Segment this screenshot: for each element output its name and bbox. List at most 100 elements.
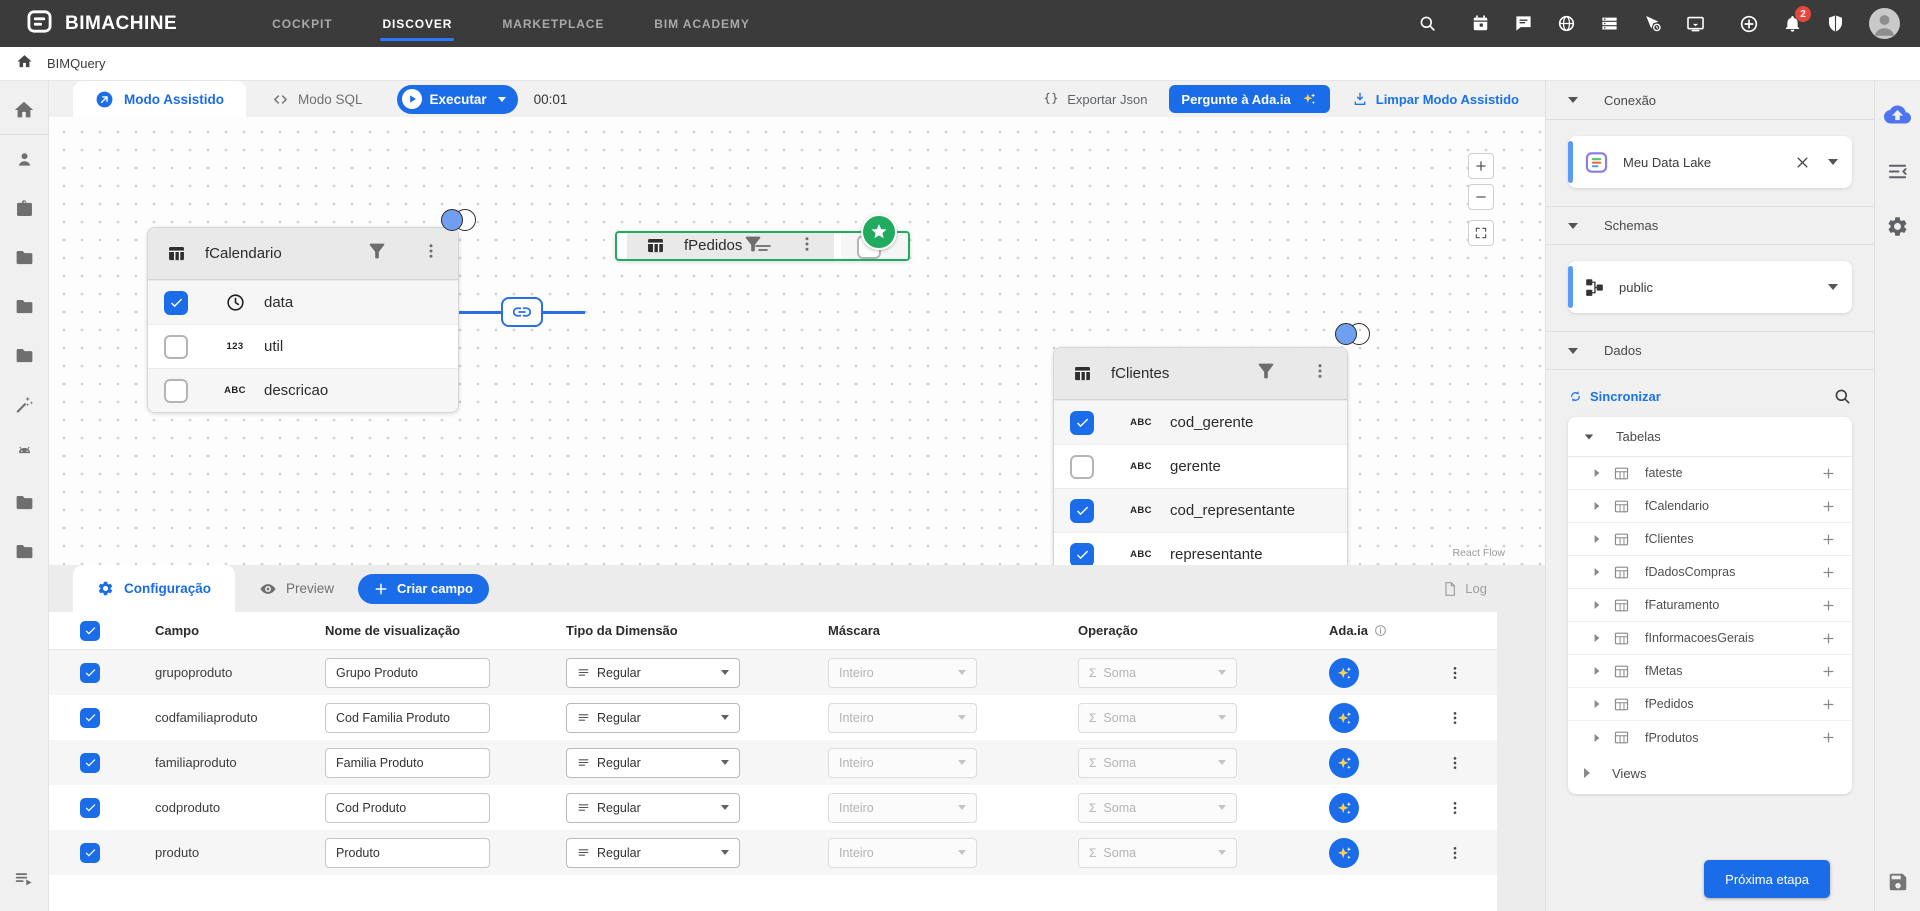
tab-preview[interactable]: Preview: [235, 565, 358, 612]
field-row[interactable]: ABC descricao: [148, 368, 458, 412]
dimension-type-select[interactable]: Regular: [566, 703, 740, 733]
field-row[interactable]: data: [148, 280, 458, 324]
fpedidos-header[interactable]: fPedidos: [627, 231, 834, 261]
kebab-menu-icon[interactable]: [798, 235, 816, 256]
field-checkbox-checked[interactable]: [164, 291, 188, 315]
folder-nav-icon-2[interactable]: [0, 282, 48, 331]
field-row[interactable]: ABC cod_gerente: [1054, 400, 1347, 444]
kebab-menu-icon[interactable]: [1311, 362, 1329, 385]
add-table-icon[interactable]: [1821, 631, 1836, 646]
select-all-checkbox[interactable]: [80, 621, 100, 641]
join-type-badge-fclientes[interactable]: [1335, 323, 1371, 347]
user-nav-icon[interactable]: [0, 135, 48, 184]
add-circle-icon[interactable]: [1739, 14, 1759, 34]
display-name-input[interactable]: [325, 793, 490, 823]
table-list-item[interactable]: fClientes: [1568, 523, 1852, 556]
chevron-down-icon[interactable]: [1828, 159, 1838, 165]
add-table-icon[interactable]: [1821, 466, 1836, 481]
cloud-upload-icon[interactable]: [1884, 101, 1911, 128]
execute-dropdown-caret[interactable]: [498, 97, 506, 102]
ada-ia-button[interactable]: [1329, 658, 1359, 688]
ada-ia-button[interactable]: [1329, 703, 1359, 733]
zoom-out-button[interactable]: [1468, 184, 1494, 210]
tabelas-group[interactable]: Tabelas: [1568, 417, 1852, 457]
magic-wand-nav-icon[interactable]: [0, 380, 48, 429]
table-node-fcalendario[interactable]: fCalendario data 123 util: [147, 227, 459, 413]
info-icon[interactable]: [1374, 624, 1387, 637]
ada-ia-button[interactable]: [1329, 793, 1359, 823]
log-button[interactable]: Log: [1442, 565, 1487, 612]
table-list-item[interactable]: fPedidos: [1568, 688, 1852, 721]
add-table-icon[interactable]: [1821, 664, 1836, 679]
fcalendario-header[interactable]: fCalendario: [148, 228, 458, 280]
pointer-history-icon[interactable]: [1643, 14, 1662, 33]
dimension-type-select[interactable]: Regular: [566, 838, 740, 868]
fclientes-header[interactable]: fClientes: [1054, 348, 1347, 400]
table-list-item[interactable]: fateste: [1568, 457, 1852, 490]
robot-nav-icon[interactable]: [0, 429, 48, 478]
table-node-fclientes[interactable]: fClientes ABC cod_gerente ABC ge: [1053, 347, 1348, 565]
table-list-item[interactable]: fDadosCompras: [1568, 556, 1852, 589]
nav-item-discover[interactable]: DISCOVER: [357, 0, 477, 47]
section-dados[interactable]: Dados: [1546, 331, 1874, 370]
row-menu-icon[interactable]: [1447, 710, 1497, 726]
caret-right-icon[interactable]: [1595, 469, 1600, 477]
display-name-input[interactable]: [325, 838, 490, 868]
caret-right-icon[interactable]: [1595, 568, 1600, 576]
field-checkbox-unchecked[interactable]: [164, 379, 188, 403]
chat-icon[interactable]: [1514, 14, 1533, 33]
caret-right-icon[interactable]: [1595, 535, 1600, 543]
join-type-badge-fcalendario[interactable]: [441, 209, 477, 233]
brand[interactable]: BIMACHINE: [26, 8, 177, 40]
next-step-button[interactable]: Próxima etapa: [1704, 860, 1830, 898]
field-row[interactable]: ABC gerente: [1054, 444, 1347, 488]
add-table-icon[interactable]: [1821, 697, 1836, 712]
dimension-type-select[interactable]: Regular: [566, 658, 740, 688]
folder-nav-icon-1[interactable]: [0, 233, 48, 282]
row-checkbox[interactable]: [80, 708, 100, 728]
user-avatar[interactable]: [1869, 8, 1900, 39]
query-canvas[interactable]: fCalendario data 123 util: [49, 117, 1545, 565]
ask-ada-button[interactable]: Pergunte à Ada.ia: [1169, 85, 1329, 113]
field-checkbox-checked[interactable]: [1070, 411, 1094, 435]
field-checkbox-unchecked[interactable]: [1070, 455, 1094, 479]
primary-table-star-badge[interactable]: [861, 214, 897, 250]
notifications-icon[interactable]: 2: [1783, 14, 1802, 33]
nav-item-cockpit[interactable]: COCKPIT: [247, 0, 357, 47]
table-list-item[interactable]: fFaturamento: [1568, 589, 1852, 622]
caret-right-icon[interactable]: [1595, 700, 1600, 708]
nav-item-bim-academy[interactable]: BIM ACADEMY: [629, 0, 774, 47]
export-json-button[interactable]: Exportar Json: [1043, 91, 1147, 107]
join-link-badge[interactable]: [501, 297, 543, 327]
collapse-panel-icon[interactable]: [1886, 160, 1909, 183]
nav-item-marketplace[interactable]: MARKETPLACE: [477, 0, 629, 47]
add-table-icon[interactable]: [1821, 730, 1836, 745]
field-row[interactable]: ABC representante: [1054, 532, 1347, 565]
add-table-icon[interactable]: [1821, 565, 1836, 580]
display-name-input[interactable]: [325, 703, 490, 733]
field-checkbox-unchecked[interactable]: [164, 335, 188, 359]
home-icon[interactable]: [16, 53, 33, 75]
table-list-item[interactable]: fMetas: [1568, 655, 1852, 688]
clear-assist-button[interactable]: Limpar Modo Assistido: [1352, 91, 1519, 107]
field-checkbox-checked[interactable]: [1070, 499, 1094, 523]
field-checkbox-checked[interactable]: [1070, 543, 1094, 566]
kebab-menu-icon[interactable]: [422, 242, 440, 265]
globe-icon[interactable]: [1557, 14, 1576, 33]
node-resize-handle[interactable]: [754, 242, 772, 256]
screen-share-icon[interactable]: [1686, 14, 1705, 33]
tab-configuracao[interactable]: Configuração: [73, 565, 235, 612]
add-table-icon[interactable]: [1821, 499, 1836, 514]
filter-icon[interactable]: [1255, 360, 1277, 387]
filter-icon[interactable]: [366, 240, 388, 267]
connection-card[interactable]: Meu Data Lake: [1568, 136, 1852, 188]
section-schemas[interactable]: Schemas: [1546, 206, 1874, 245]
create-field-button[interactable]: Criar campo: [358, 574, 489, 604]
caret-right-icon[interactable]: [1595, 502, 1600, 510]
sync-button[interactable]: Sincronizar: [1590, 389, 1661, 404]
caret-right-icon[interactable]: [1595, 601, 1600, 609]
tab-modo-sql[interactable]: Modo SQL: [246, 81, 389, 117]
caret-right-icon[interactable]: [1595, 667, 1600, 675]
ada-ia-button[interactable]: [1329, 748, 1359, 778]
save-icon[interactable]: [1887, 871, 1909, 893]
